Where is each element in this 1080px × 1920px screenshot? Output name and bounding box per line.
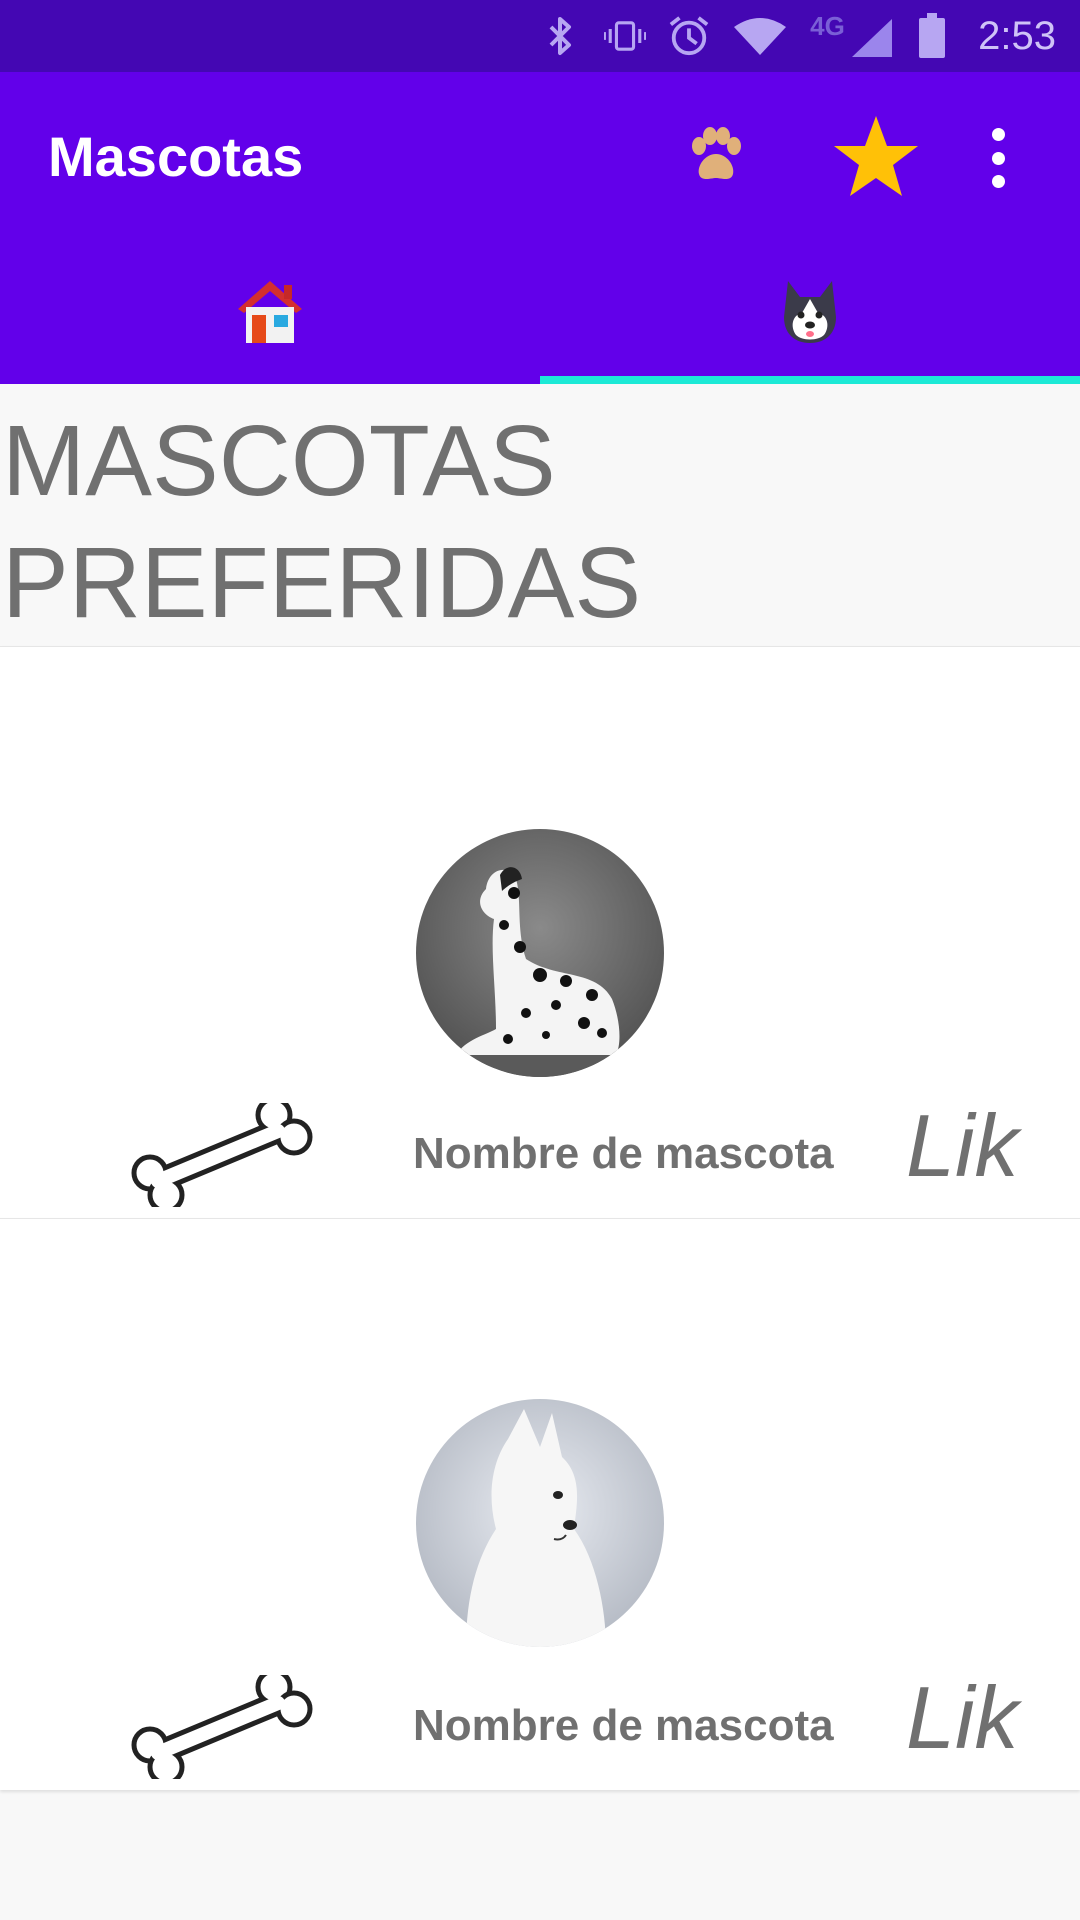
- battery-icon: [916, 13, 948, 58]
- app-title: Mascotas: [48, 125, 304, 188]
- bluetooth-icon: [540, 15, 582, 57]
- alarm-icon: [668, 15, 710, 57]
- tab-bar: [0, 240, 1080, 384]
- bone-icon[interactable]: [128, 1103, 314, 1207]
- like-label[interactable]: Lik: [906, 1667, 1080, 1769]
- pet-card[interactable]: Nombre de mascota Lik: [0, 646, 1080, 1218]
- bone-icon[interactable]: [128, 1675, 314, 1779]
- pet-name: Nombre de mascota: [413, 1701, 834, 1750]
- paw-icon[interactable]: [685, 126, 747, 188]
- status-time: 2:53: [978, 13, 1056, 58]
- signal-icon: 4G: [810, 11, 894, 57]
- wifi-icon: [732, 15, 788, 57]
- husky-icon: [784, 281, 836, 343]
- status-bar: 4G 2:53: [0, 0, 1080, 72]
- app-bar: Mascotas: [0, 72, 1080, 384]
- page-title: MASCOTAS PREFERIDAS: [2, 405, 642, 639]
- more-options-icon[interactable]: [992, 128, 1005, 188]
- star-icon[interactable]: [832, 114, 920, 200]
- dalmatian-photo: [416, 829, 664, 1077]
- tab-favorites[interactable]: [540, 240, 1080, 384]
- network-type-label: 4G: [810, 11, 845, 41]
- pet-name: Nombre de mascota: [413, 1129, 834, 1178]
- tab-home[interactable]: [0, 240, 540, 384]
- pet-card[interactable]: Nombre de mascota Lik: [0, 1218, 1080, 1790]
- house-icon: [238, 281, 302, 343]
- like-label[interactable]: Lik: [906, 1095, 1080, 1197]
- vibrate-icon: [604, 15, 647, 57]
- status-icons: 4G 2:53: [540, 0, 1056, 72]
- white-dog-photo: [416, 1399, 664, 1647]
